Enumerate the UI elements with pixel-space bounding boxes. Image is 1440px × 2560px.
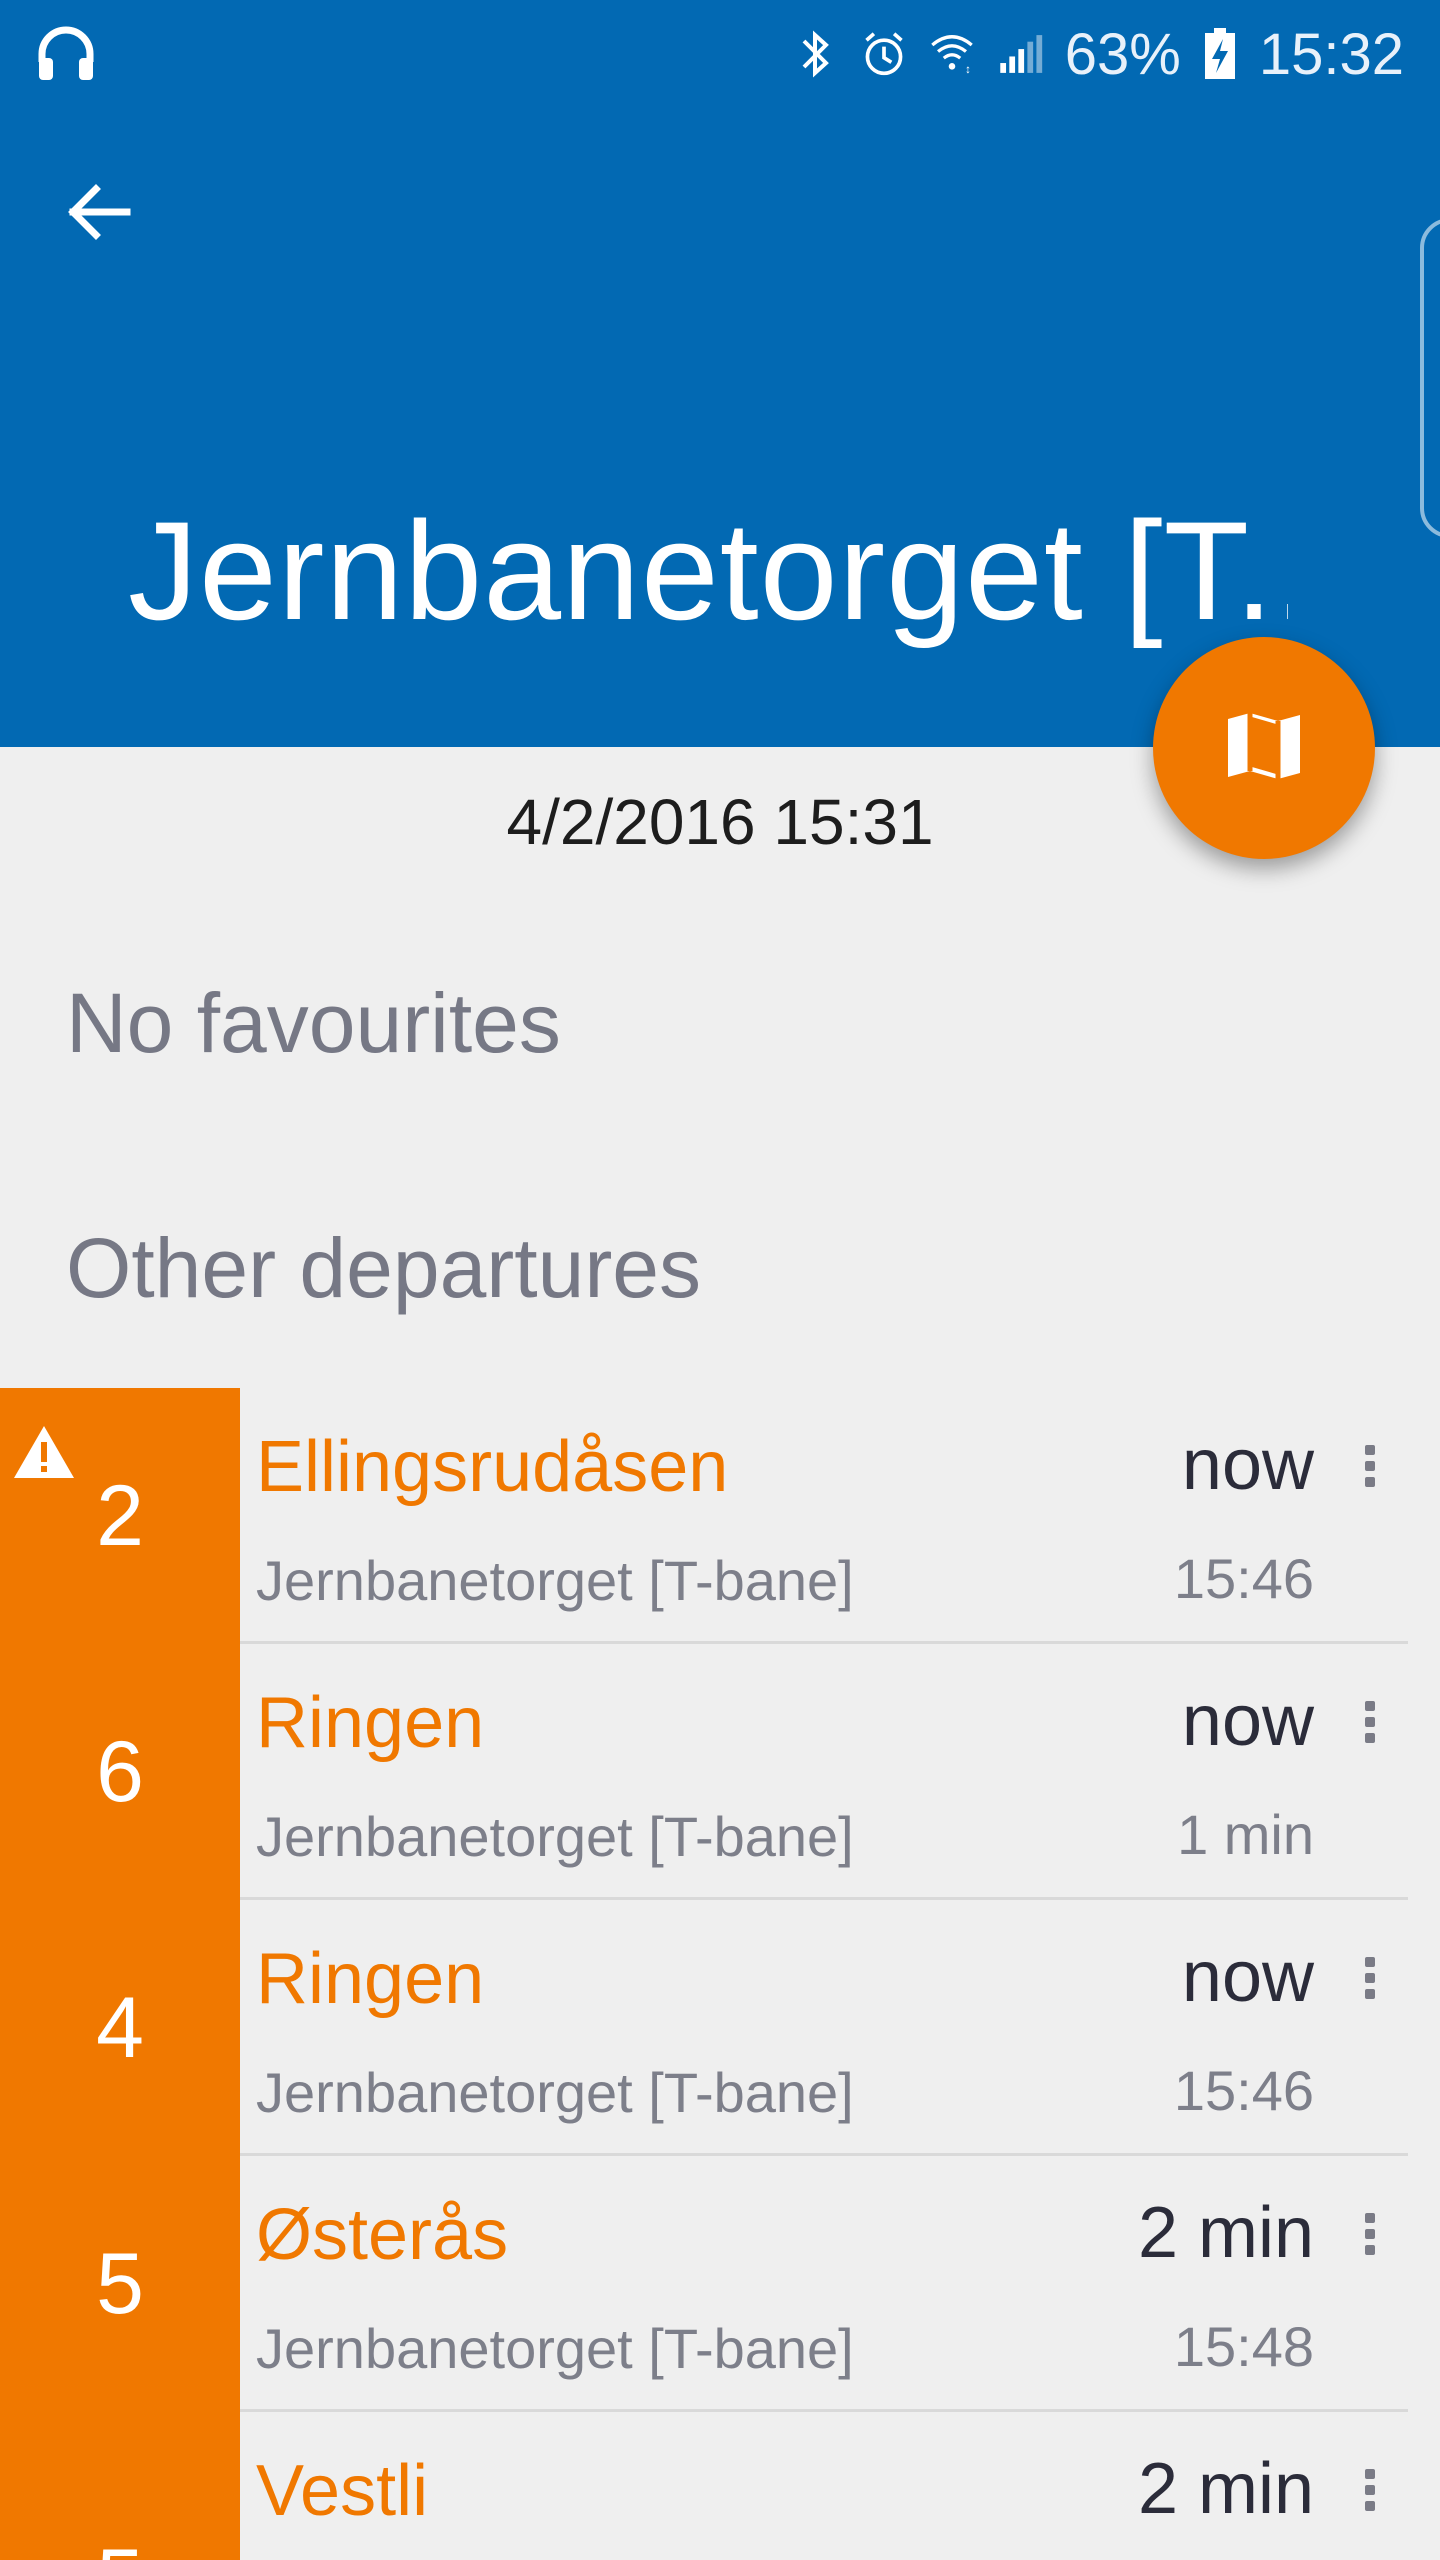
departure-time: now xyxy=(1181,1425,1314,1505)
battery-charging-icon xyxy=(1203,27,1237,81)
departure-time: now xyxy=(1181,1681,1314,1761)
destination: Vestli xyxy=(256,2451,429,2531)
line-badge: 2 xyxy=(0,1388,240,1644)
more-options-icon[interactable] xyxy=(1350,2204,1390,2264)
departure-time: 2 min xyxy=(1137,2193,1314,2273)
alarm-icon xyxy=(861,28,907,80)
wifi-icon: ↕ xyxy=(929,28,975,80)
more-options-icon[interactable] xyxy=(1350,1692,1390,1752)
destination: Ringen xyxy=(256,1683,485,1763)
page-title: Jernbanetorget [T... xyxy=(128,492,1288,649)
destination: Østerås xyxy=(256,2195,509,2275)
line-number: 2 xyxy=(96,1467,144,1564)
status-bar: ↕ 63% 15:32 xyxy=(0,0,1440,106)
destination: Ringen xyxy=(256,1939,485,2019)
destination: Ellingsrudåsen xyxy=(256,1427,729,1507)
more-options-icon[interactable] xyxy=(1350,1436,1390,1496)
back-button[interactable] xyxy=(52,168,144,260)
arrow-back-icon xyxy=(63,177,133,252)
bluetooth-icon xyxy=(793,28,839,80)
line-badge: 6 xyxy=(0,1644,240,1900)
line-number: 5 xyxy=(96,2531,144,2560)
scheduled-time: 15:48 xyxy=(1173,2315,1314,2378)
stop-name: Jernbanetorget [T-bane] xyxy=(256,2317,854,2380)
more-options-icon[interactable] xyxy=(1350,2460,1390,2520)
line-number: 5 xyxy=(96,2235,144,2332)
line-badge: 5 xyxy=(0,2412,240,2560)
favourites-heading: No favourites xyxy=(66,976,561,1070)
line-number: 4 xyxy=(96,1979,144,2076)
departures-list: 2 Ellingsrudåsen Jernbanetorget [T-bane]… xyxy=(0,1388,1440,2560)
stop-name: Jernbanetorget [T-bane] xyxy=(256,1549,854,1612)
warning-icon xyxy=(12,1402,76,1478)
battery-percentage: 63% xyxy=(1064,21,1181,87)
other-departures-heading: Other departures xyxy=(66,1221,702,1315)
svg-text:↕: ↕ xyxy=(965,64,971,76)
status-time: 15:32 xyxy=(1258,21,1404,87)
departure-time: 2 min xyxy=(1137,2449,1314,2529)
departure-row[interactable]: 5 Vestli 2 min xyxy=(0,2412,1440,2560)
stop-name: Jernbanetorget [T-bane] xyxy=(256,2061,854,2124)
line-badge: 4 xyxy=(0,1900,240,2156)
departure-row[interactable]: 2 Ellingsrudåsen Jernbanetorget [T-bane]… xyxy=(0,1388,1440,1644)
departure-datetime: 4/2/2016 15:31 xyxy=(506,786,934,858)
status-icons: ↕ 63% 15:32 xyxy=(793,16,1404,92)
line-number: 6 xyxy=(96,1723,144,1820)
scheduled-time: 15:46 xyxy=(1173,2059,1314,2122)
departure-time: now xyxy=(1181,1937,1314,2017)
departure-row[interactable]: 5 Østerås Jernbanetorget [T-bane] 2 min … xyxy=(0,2156,1440,2412)
line-badge: 5 xyxy=(0,2156,240,2412)
map-icon xyxy=(1226,711,1302,786)
signal-icon xyxy=(997,28,1043,80)
departure-row[interactable]: 4 Ringen Jernbanetorget [T-bane] now 15:… xyxy=(0,1900,1440,2156)
stop-name: Jernbanetorget [T-bane] xyxy=(256,1805,854,1868)
scheduled-time: 15:46 xyxy=(1173,1547,1314,1610)
app-bar: ↕ 63% 15:32 Jernbanetorget [T... xyxy=(0,0,1440,747)
headphones-icon xyxy=(34,22,98,86)
scheduled-time: 1 min xyxy=(1177,1803,1314,1866)
departure-row[interactable]: 6 Ringen Jernbanetorget [T-bane] now 1 m… xyxy=(0,1644,1440,1900)
more-options-icon[interactable] xyxy=(1350,1948,1390,2008)
edge-panel-handle[interactable] xyxy=(1420,218,1440,538)
